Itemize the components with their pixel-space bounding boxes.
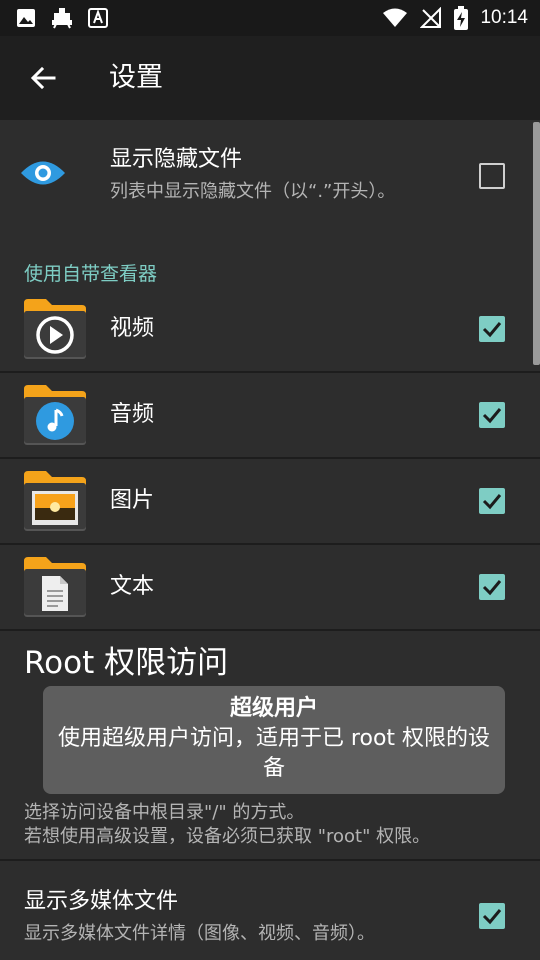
check-icon	[482, 580, 502, 596]
setting-show-hidden-files[interactable]: 显示隐藏文件 列表中显示隐藏文件（以“.”开头）。	[0, 122, 540, 230]
show-hidden-checkbox[interactable]	[479, 163, 505, 189]
viewer-item-image[interactable]: 图片	[0, 459, 540, 543]
audio-folder-icon	[24, 385, 86, 445]
app-bar: 设置	[0, 36, 540, 120]
check-icon	[482, 408, 502, 424]
status-bar: 10:14	[0, 0, 540, 36]
image-folder-icon	[24, 471, 86, 531]
image-checkbox[interactable]	[479, 488, 505, 514]
show-media-checkbox[interactable]	[479, 903, 505, 929]
arrow-back-icon	[30, 66, 56, 90]
viewer-label: 文本	[110, 574, 155, 599]
video-checkbox[interactable]	[479, 316, 505, 342]
eye-icon	[21, 161, 65, 185]
check-icon	[482, 322, 502, 338]
page-title: 设置	[109, 62, 163, 93]
text-checkbox[interactable]	[479, 574, 505, 600]
viewer-label: 音频	[110, 402, 155, 427]
section-header-viewers: 使用自带查看器	[24, 263, 158, 285]
root-access-desc-1: 选择访问设备中根目录"/" 的方式。	[24, 802, 305, 823]
wifi-icon	[383, 8, 408, 27]
tooltip-title: 超级用户	[229, 696, 318, 721]
setting-show-media-files[interactable]: 显示多媒体文件 显示多媒体文件详情（图像、视频、音频）。	[0, 861, 540, 960]
audio-checkbox[interactable]	[479, 402, 505, 428]
root-access-desc-2: 若想使用高级设置，设备必须已获取 "root" 权限。	[24, 826, 431, 847]
status-icons-right: 10:14	[382, 6, 528, 30]
text-folder-icon	[24, 557, 86, 617]
bug-icon	[52, 8, 72, 29]
root-access-title: Root 权限访问	[24, 645, 229, 681]
status-icons-left	[16, 6, 108, 30]
viewer-item-text[interactable]: 文本	[0, 545, 540, 629]
video-folder-icon	[24, 299, 86, 359]
image-icon	[17, 9, 35, 27]
setting-description: 列表中显示隐藏文件（以“.”开头）。	[110, 181, 396, 202]
no-signal-icon	[420, 7, 442, 28]
battery-charging-icon	[454, 6, 469, 30]
viewer-item-video[interactable]: 视频	[0, 287, 540, 371]
setting-description: 显示多媒体文件详情（图像、视频、音频）。	[24, 923, 375, 944]
setting-title: 显示多媒体文件	[24, 889, 179, 914]
check-icon	[482, 909, 502, 925]
viewer-label: 视频	[110, 316, 155, 341]
setting-title: 显示隐藏文件	[110, 147, 243, 172]
viewer-item-audio[interactable]: 音频	[0, 373, 540, 457]
back-button[interactable]	[26, 58, 66, 98]
viewer-label: 图片	[110, 488, 155, 513]
check-icon	[482, 494, 502, 510]
tooltip-superuser: 超级用户 使用超级用户访问，适用于已 root 权限的设备	[43, 686, 505, 794]
tooltip-body: 使用超级用户访问，适用于已 root 权限的设备	[57, 726, 491, 781]
status-time: 10:14	[480, 7, 528, 28]
font-icon	[88, 8, 108, 28]
